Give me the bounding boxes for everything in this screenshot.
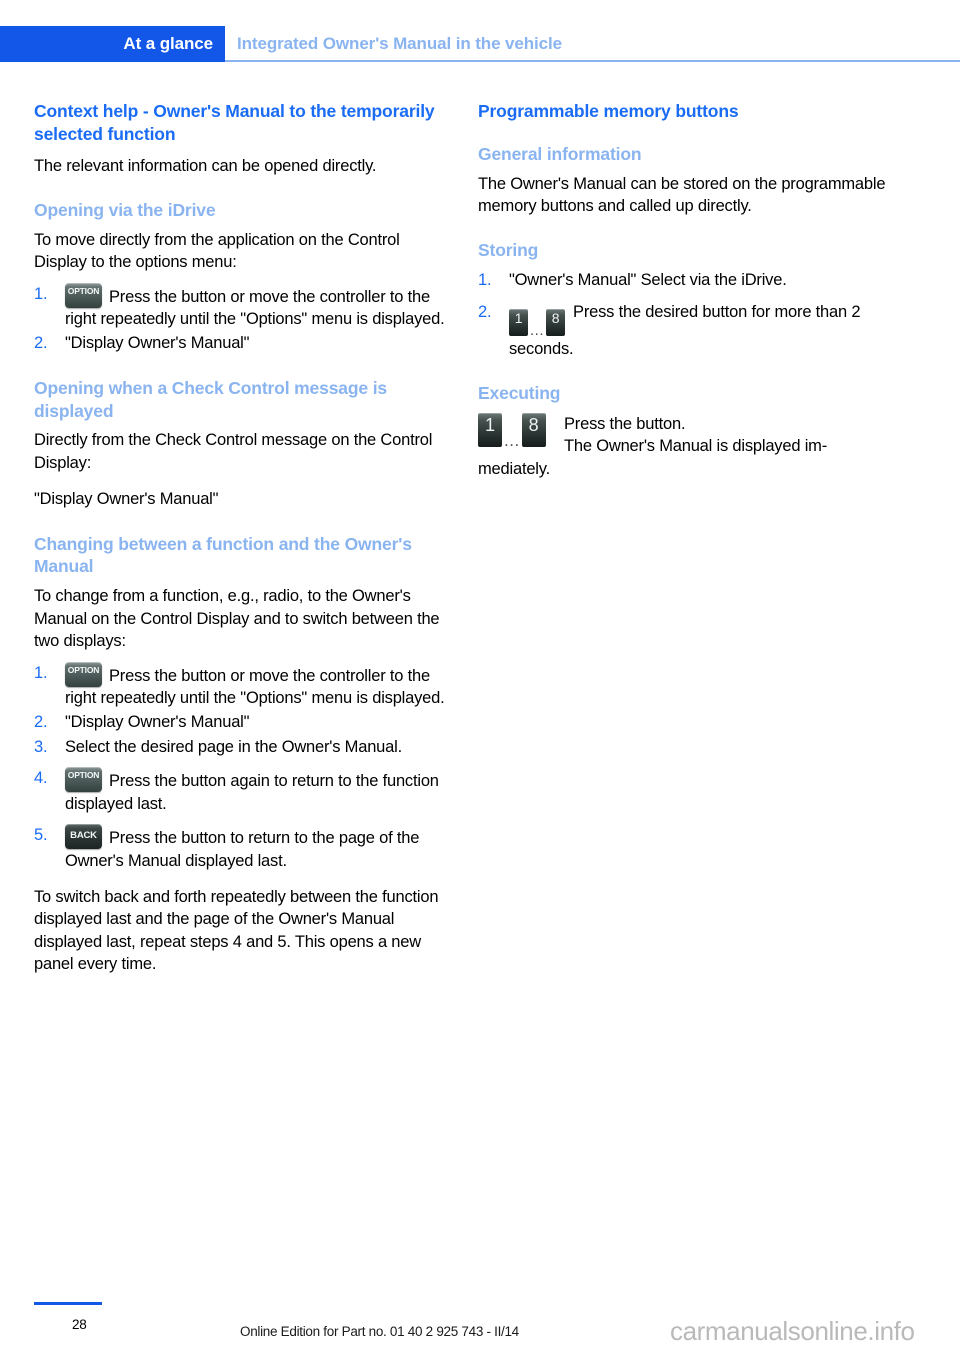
changing-between-outro: To switch back and forth repeatedly betw… xyxy=(34,888,439,974)
memory-button-first-digit: 1 xyxy=(484,414,495,435)
left-section-heading: Context help - Owner's Manual to the tem… xyxy=(34,101,435,144)
memory-buttons-icon: 1 ... 8 xyxy=(509,308,566,339)
step-text: "Display Owner's Manual" xyxy=(65,713,250,732)
option-button-icon-label: OPTION xyxy=(67,770,100,781)
option-button-icon: OPTION xyxy=(65,282,102,308)
chapter-tab: At a glance xyxy=(0,26,225,62)
memory-buttons-ellipsis: ... xyxy=(504,430,520,450)
executing-line-3: mediately. xyxy=(478,459,550,478)
step-number: 1. xyxy=(34,284,48,303)
subheading-general-information: General information xyxy=(478,143,642,164)
subheading-check-control: Opening when a Check Control message is … xyxy=(34,377,387,421)
option-button-icon-label: OPTION xyxy=(67,664,100,675)
executing-line-1: Press the button. xyxy=(564,414,686,433)
step-number: 5. xyxy=(34,826,48,845)
storing-steps: 1. "Owner's Manual" Select via the iDriv… xyxy=(478,269,893,360)
memory-button-last-digit: 8 xyxy=(551,309,560,326)
step-text: Select the desired page in the Owner's M… xyxy=(65,737,402,756)
memory-button-last: 8 xyxy=(546,308,566,336)
subheading-storing: Storing xyxy=(478,240,539,261)
memory-button-first-digit: 1 xyxy=(514,309,523,326)
memory-button-last: 8 xyxy=(521,412,546,447)
step-text: Press the button or move the controller … xyxy=(65,666,445,707)
back-button-icon-label: BACK xyxy=(70,830,97,842)
left-intro-paragraph: The relevant information can be opened d… xyxy=(34,156,377,175)
left-column: Context help - Owner's Manual to the tem… xyxy=(34,100,449,980)
back-button-icon: BACK xyxy=(65,824,102,850)
step-number: 2. xyxy=(478,302,492,321)
page-number: 28 xyxy=(72,1317,87,1332)
list-item: 1. "Owner's Manual" Select via the iDriv… xyxy=(478,269,893,291)
check-control-intro: Directly from the Check Control message … xyxy=(34,431,433,472)
executing-block: 1 ... 8 Press the button. The Owner's Ma… xyxy=(478,412,893,480)
subheading-opening-via-idrive: Opening via the iDrive xyxy=(34,199,216,220)
edition-notice: Online Edition for Part no. 01 40 2 925 … xyxy=(240,1324,519,1339)
list-item: 5. BACK Press the button to return to th… xyxy=(34,824,449,872)
chapter-tab-label: At a glance xyxy=(123,34,213,53)
option-button-icon: OPTION xyxy=(65,767,102,793)
subheading-executing: Executing xyxy=(478,383,561,403)
step-text: Press the button again to return to the … xyxy=(65,772,439,813)
step-text: "Owner's Manual" Select via the iDrive. xyxy=(509,271,787,290)
step-number: 2. xyxy=(34,334,48,353)
list-item: 2. 1 ... 8 Press the desired button for … xyxy=(478,301,893,360)
memory-button-last-digit: 8 xyxy=(528,414,539,435)
option-button-icon: OPTION xyxy=(65,661,102,687)
step-number: 1. xyxy=(478,271,492,290)
section-title: Integrated Owner's Manual in the vehicle xyxy=(237,34,563,53)
opening-via-idrive-steps: 1. OPTION Press the button or move the c… xyxy=(34,282,449,355)
step-text: Press the button to return to the page o… xyxy=(65,829,420,870)
step-number: 4. xyxy=(34,769,48,788)
executing-line-2: The Owner's Manual is displayed im- xyxy=(564,437,828,456)
right-column: Programmable memory buttons General info… xyxy=(478,100,893,480)
watermark: carmanualsonline.info xyxy=(670,1316,915,1346)
check-control-quote: "Display Owner's Manual" xyxy=(34,490,219,509)
step-number: 1. xyxy=(34,663,48,682)
step-number: 3. xyxy=(34,737,48,756)
list-item: 2. "Display Owner's Manual" xyxy=(34,711,449,733)
footer-divider xyxy=(34,1302,102,1305)
list-item: 1. OPTION Press the button or move the c… xyxy=(34,282,449,331)
memory-button-first: 1 xyxy=(478,412,502,447)
opening-via-idrive-intro: To move directly from the application on… xyxy=(34,230,400,272)
step-text: "Display Owner's Manual" xyxy=(65,334,250,353)
subheading-changing-between: Changing between a function and the Owne… xyxy=(34,533,412,577)
list-item: 4. OPTION Press the button again to retu… xyxy=(34,767,449,815)
changing-between-intro: To change from a function, e.g., radio, … xyxy=(34,587,440,651)
page-header: At a glance Integrated Owner's Manual in… xyxy=(0,26,960,62)
list-item: 1. OPTION Press the button or move the c… xyxy=(34,661,449,710)
memory-buttons-icon: 1 ... 8 xyxy=(478,412,546,450)
general-information-text: The Owner's Manual can be stored on the … xyxy=(478,174,886,215)
memory-button-first: 1 xyxy=(509,308,528,336)
list-item: 2. "Display Owner's Manual" xyxy=(34,332,449,354)
step-text: Press the button or move the controller … xyxy=(65,287,445,328)
option-button-icon-label: OPTION xyxy=(67,285,100,296)
memory-buttons-ellipsis: ... xyxy=(530,321,545,339)
step-number: 2. xyxy=(34,713,48,732)
header-divider xyxy=(225,60,960,62)
right-section-heading: Programmable memory buttons xyxy=(478,101,739,121)
changing-between-steps: 1. OPTION Press the button or move the c… xyxy=(34,661,449,873)
list-item: 3. Select the desired page in the Owner'… xyxy=(34,736,449,758)
